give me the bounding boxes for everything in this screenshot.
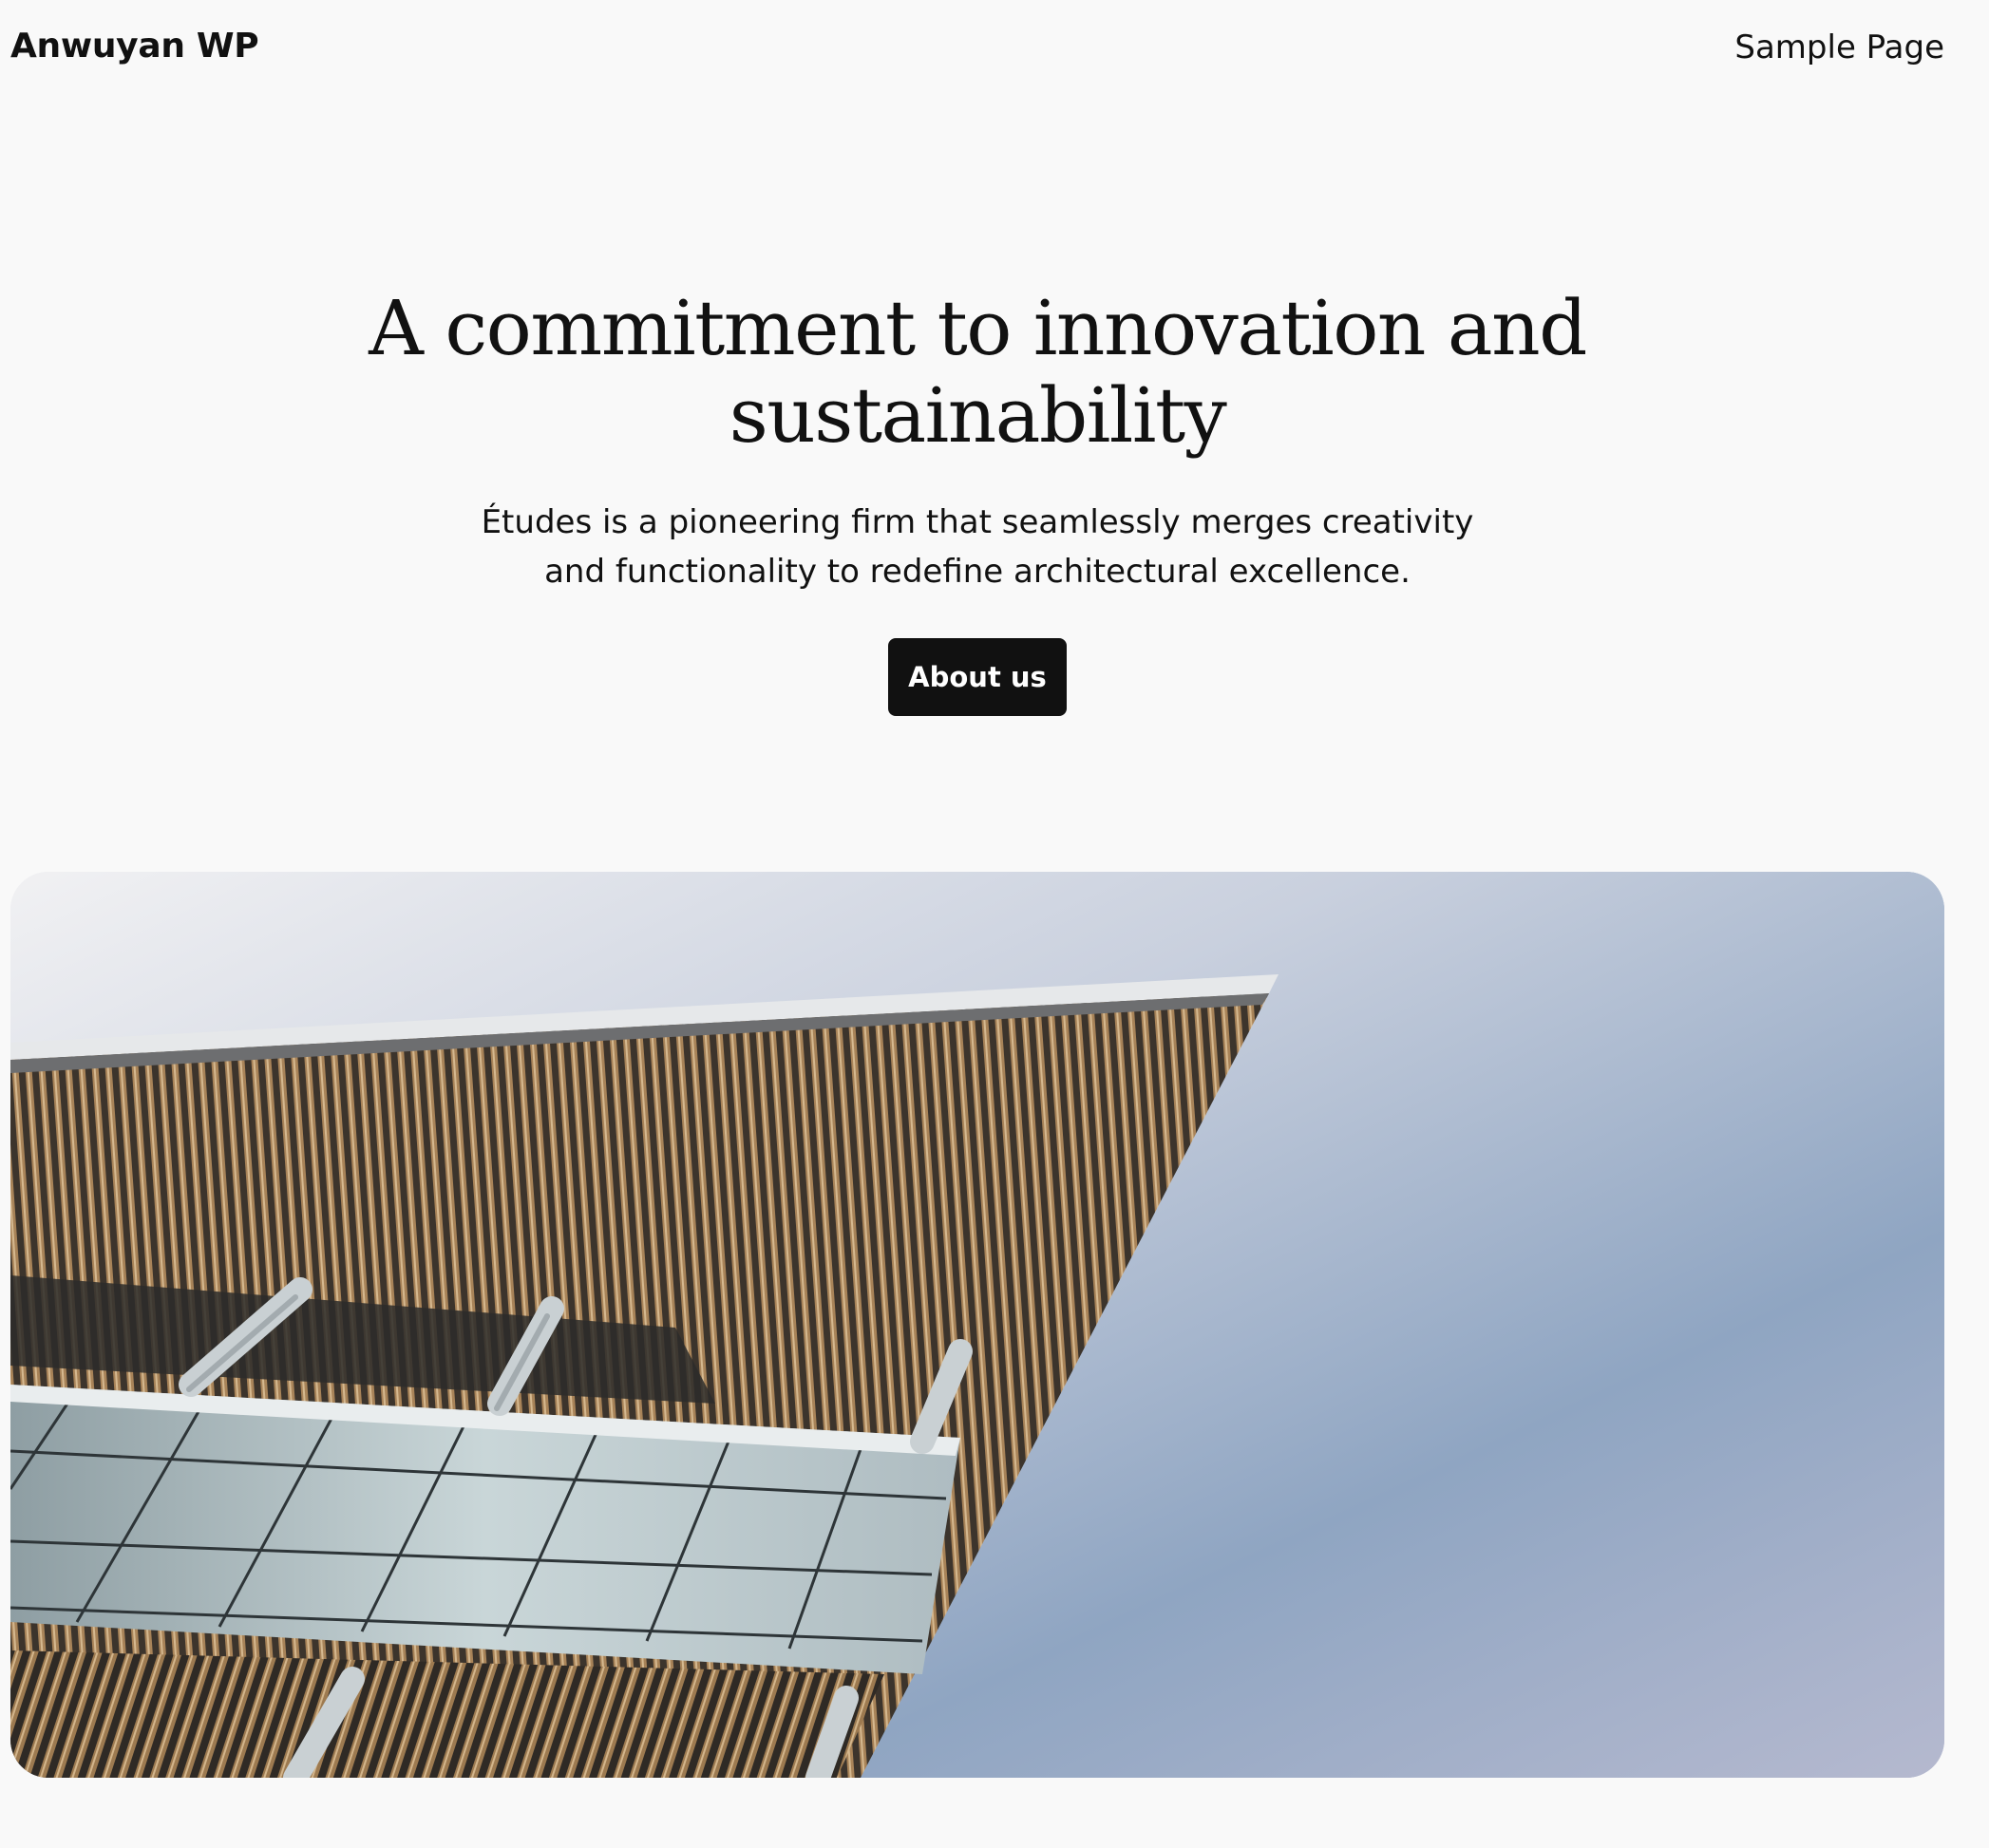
- hero-heading: A commitment to innovation and sustainab…: [369, 284, 1587, 460]
- nav-link-sample-page[interactable]: Sample Page: [1734, 28, 1944, 66]
- building-canopy-illustration: [10, 872, 1944, 1778]
- building-canopy-image: [10, 872, 1944, 1778]
- about-us-button[interactable]: About us: [888, 638, 1067, 716]
- hero-description: Études is a pioneering firm that seamles…: [481, 503, 1474, 591]
- site-header: Anwuyan WP Sample Page: [0, 0, 1989, 104]
- site-title[interactable]: Anwuyan WP: [10, 27, 259, 66]
- hero-section: A commitment to innovation and sustainab…: [0, 285, 1955, 716]
